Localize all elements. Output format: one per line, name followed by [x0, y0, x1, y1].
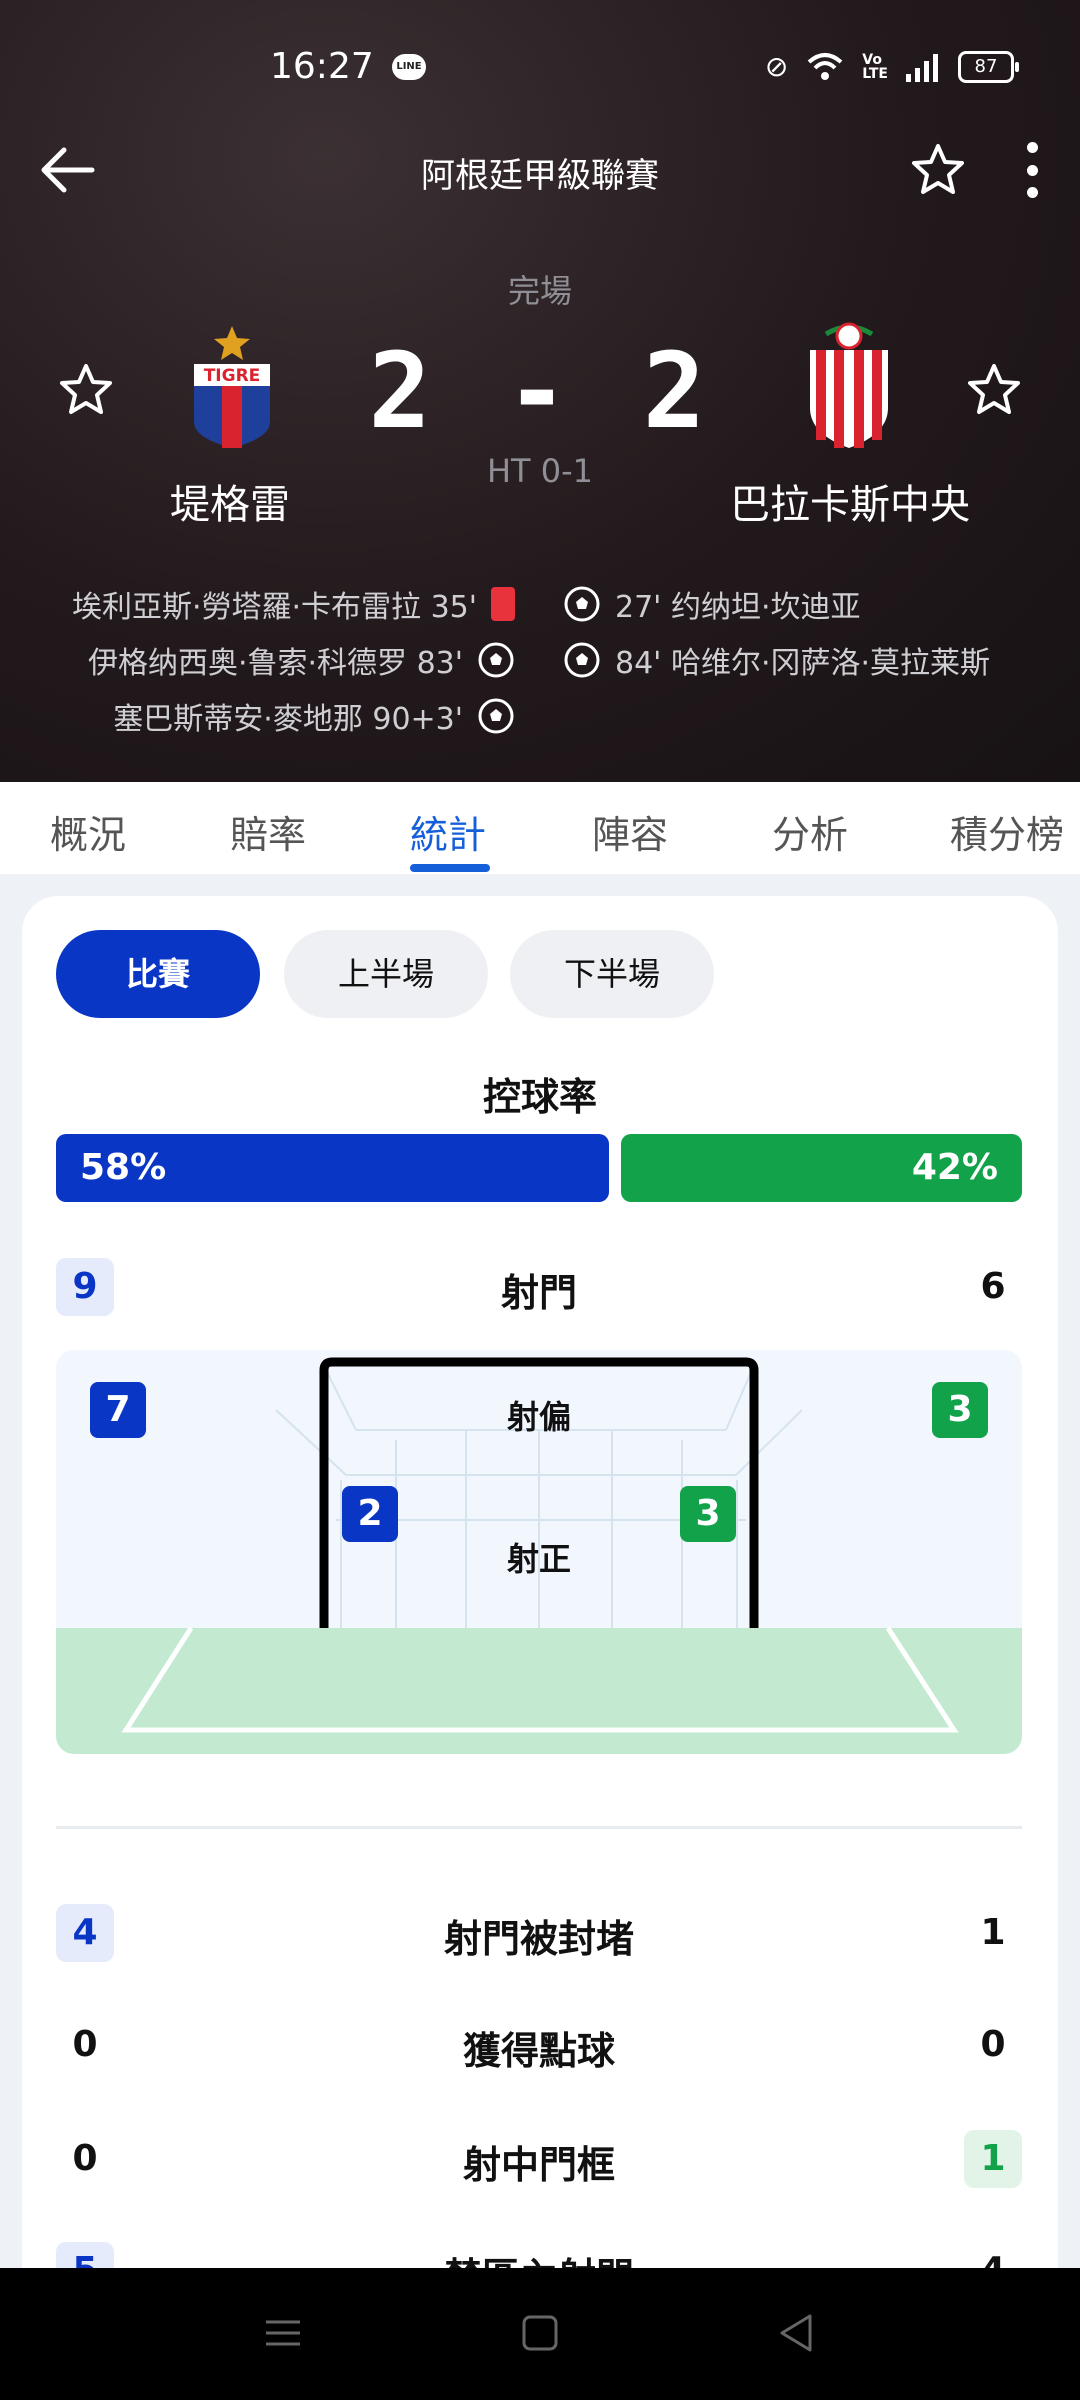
football-icon: [478, 642, 514, 678]
away-shots-off: 3: [932, 1382, 988, 1438]
tab-lineups[interactable]: 陣容: [592, 804, 668, 859]
home-team-name[interactable]: 堤格雷: [90, 472, 370, 530]
away-event-text: 27' 约纳坦·坎迪亚: [615, 590, 861, 625]
match-status: 完場: [507, 272, 572, 310]
stat-label: 射門被封堵: [443, 1917, 634, 1961]
follow-away-star-icon[interactable]: [964, 360, 1024, 420]
stats-card: 比賽 上半場 下半場 控球率 58% 42% 9 射門 6 7 射偏 3 2 射…: [22, 896, 1058, 2400]
home-event: 塞巴斯蒂安·麥地那 90+3': [113, 694, 515, 738]
tab-analysis[interactable]: 分析: [772, 804, 848, 859]
home-possession: 58%: [56, 1134, 609, 1202]
signal-icon: [906, 53, 938, 82]
tab-odds[interactable]: 賠率: [230, 804, 306, 859]
tab-stats[interactable]: 統計: [410, 804, 486, 859]
away-event: 27' 约纳坦·坎迪亚: [563, 582, 861, 626]
tab-overview[interactable]: 概況: [50, 804, 126, 859]
back-icon[interactable]: [772, 2308, 822, 2358]
nfc-icon: ⊘: [764, 50, 789, 83]
away-value: 0: [980, 2024, 1006, 2065]
battery-icon: 87: [958, 50, 1019, 83]
away-event: 84' 哈维尔·冈萨洛·莫拉莱斯: [563, 638, 990, 682]
shots-off-label: 射偏: [506, 1398, 571, 1436]
system-navigation-bar: [0, 2268, 1080, 2400]
away-value: 1: [980, 1912, 1006, 1953]
period-second-half[interactable]: 下半場: [510, 930, 714, 1018]
follow-home-star-icon[interactable]: [56, 360, 116, 420]
football-icon: [564, 642, 600, 678]
recent-apps-icon[interactable]: [258, 2308, 308, 2358]
away-shots-on: 3: [680, 1486, 736, 1542]
active-tab-indicator: [410, 864, 490, 872]
away-team-crest-icon[interactable]: [806, 322, 892, 452]
home-event: 伊格纳西奥·鲁索·科德罗 83': [88, 638, 515, 682]
tab-standings[interactable]: 積分榜: [950, 804, 1064, 859]
home-team-crest-icon[interactable]: TIGRE: [186, 322, 278, 452]
shots-on-label: 射正: [506, 1540, 571, 1578]
status-time: 16:27: [270, 46, 374, 87]
home-icon[interactable]: [515, 2308, 565, 2358]
stat-row: 0 獲得點球 0: [56, 2016, 1022, 2076]
away-shots: 6: [980, 1266, 1006, 1307]
away-value: 1: [964, 2130, 1022, 2188]
wifi-icon: [807, 52, 843, 80]
red-card-icon: [491, 587, 515, 621]
football-icon: [564, 586, 600, 622]
top-nav: 阿根廷甲級聯賽: [0, 130, 1080, 210]
volte-icon: Vo LTE: [862, 51, 888, 82]
section-divider: [56, 1826, 1022, 1829]
away-team-name[interactable]: 巴拉卡斯中央: [700, 472, 1000, 530]
possession-title: 控球率: [482, 1075, 597, 1119]
more-options-icon[interactable]: [1022, 142, 1042, 198]
stat-row-shots: 9 射門 6: [56, 1258, 1022, 1318]
tab-bar: 概況 賠率 統計 陣容 分析 積分榜: [0, 782, 1080, 874]
favorite-star-icon[interactable]: [908, 140, 968, 200]
stat-label: 射中門框: [462, 2143, 615, 2187]
home-crest-text: TIGRE: [204, 366, 261, 386]
stat-row: 4 射門被封堵 1: [56, 1904, 1022, 1964]
possession-bar: 58% 42%: [56, 1134, 1022, 1202]
match-header: 16:27 LINE ⊘ Vo LTE 87 阿根廷甲級聯賽 完場 2 - 2 …: [0, 0, 1080, 782]
home-event: 埃利亞斯·勞塔羅·卡布雷拉 35': [72, 582, 515, 626]
line-notification-icon: LINE: [392, 54, 426, 80]
home-event-text: 塞巴斯蒂安·麥地那 90+3': [113, 702, 463, 737]
home-event-text: 伊格纳西奥·鲁索·科德罗 83': [87, 646, 463, 681]
stat-label: 獲得點球: [462, 2029, 615, 2073]
away-event-text: 84' 哈维尔·冈萨洛·莫拉莱斯: [615, 646, 991, 681]
shots-label: 射門: [500, 1271, 577, 1315]
period-first-half[interactable]: 上半場: [284, 930, 488, 1018]
status-bar: 16:27 LINE ⊘ Vo LTE 87: [0, 40, 1080, 96]
home-event-text: 埃利亞斯·勞塔羅·卡布雷拉 35': [71, 590, 477, 625]
away-possession: 42%: [621, 1134, 1022, 1202]
shot-map: 7 射偏 3 2 射正 3: [56, 1350, 1022, 1754]
match-score: 2 - 2: [368, 330, 712, 452]
period-full-match[interactable]: 比賽: [56, 930, 260, 1018]
football-icon: [478, 698, 514, 734]
stat-row: 0 射中門框 1: [56, 2130, 1022, 2190]
